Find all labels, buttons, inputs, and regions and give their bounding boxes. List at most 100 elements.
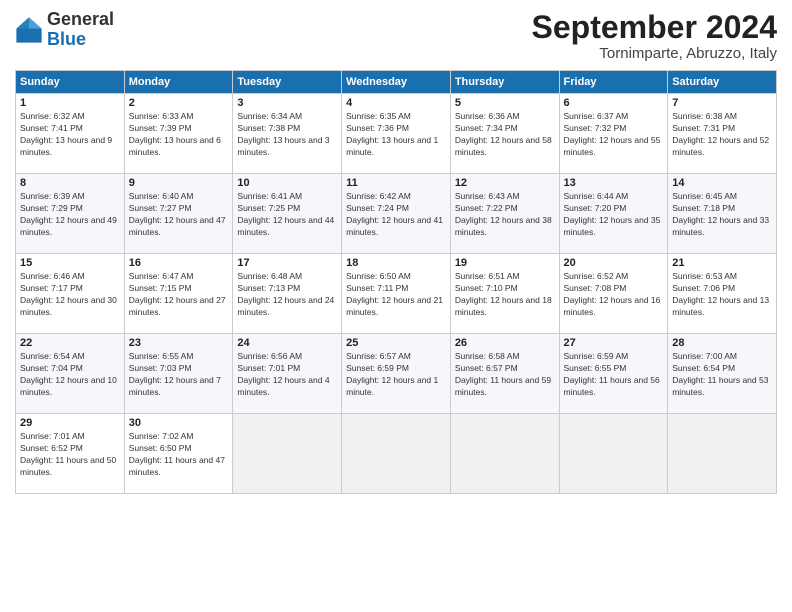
day-number: 26 — [455, 337, 555, 349]
day-info: Sunrise: 6:44 AMSunset: 7:20 PMDaylight:… — [564, 191, 664, 239]
table-row: 20 Sunrise: 6:52 AMSunset: 7:08 PMDayligh… — [559, 254, 668, 334]
day-number: 17 — [237, 257, 337, 269]
day-info: Sunrise: 6:40 AMSunset: 7:27 PMDaylight:… — [129, 191, 229, 239]
table-row: 16 Sunrise: 6:47 AMSunset: 7:15 PMDayligh… — [124, 254, 233, 334]
day-info: Sunrise: 6:32 AMSunset: 7:41 PMDaylight:… — [20, 111, 120, 159]
day-info: Sunrise: 6:45 AMSunset: 7:18 PMDaylight:… — [672, 191, 772, 239]
day-info: Sunrise: 6:39 AMSunset: 7:29 PMDaylight:… — [20, 191, 120, 239]
table-row: 26 Sunrise: 6:58 AMSunset: 6:57 PMDayligh… — [450, 334, 559, 414]
day-number: 2 — [129, 97, 229, 109]
day-number: 14 — [672, 177, 772, 189]
day-info: Sunrise: 6:47 AMSunset: 7:15 PMDaylight:… — [129, 271, 229, 319]
calendar-page: General Blue September 2024 Tornimparte,… — [0, 0, 792, 612]
day-number: 10 — [237, 177, 337, 189]
day-number: 3 — [237, 97, 337, 109]
day-info: Sunrise: 7:02 AMSunset: 6:50 PMDaylight:… — [129, 431, 229, 479]
day-number: 28 — [672, 337, 772, 349]
table-row: 28 Sunrise: 7:00 AMSunset: 6:54 PMDayligh… — [668, 334, 777, 414]
day-info: Sunrise: 6:58 AMSunset: 6:57 PMDaylight:… — [455, 351, 555, 399]
table-row: 21 Sunrise: 6:53 AMSunset: 7:06 PMDayligh… — [668, 254, 777, 334]
table-row: 9Sunrise: 6:40 AMSunset: 7:27 PMDaylight… — [124, 174, 233, 254]
table-row: 23Sunrise: 6:55 AMSunset: 7:03 PMDayligh… — [124, 334, 233, 414]
day-info: Sunrise: 6:59 AMSunset: 6:55 PMDaylight:… — [564, 351, 664, 399]
day-info: Sunrise: 6:55 AMSunset: 7:03 PMDaylight:… — [129, 351, 229, 399]
day-info: Sunrise: 6:33 AMSunset: 7:39 PMDaylight:… — [129, 111, 229, 159]
table-row: 29 Sunrise: 7:01 AMSunset: 6:52 PMDayligh… — [16, 414, 125, 494]
day-info: Sunrise: 6:54 AMSunset: 7:04 PMDaylight:… — [20, 351, 120, 399]
day-info: Sunrise: 6:50 AMSunset: 7:11 PMDaylight:… — [346, 271, 446, 319]
col-tuesday: Tuesday — [233, 71, 342, 94]
day-number: 24 — [237, 337, 337, 349]
table-row: 4 Sunrise: 6:35 AMSunset: 7:36 PMDaylight… — [342, 94, 451, 174]
day-info: Sunrise: 6:52 AMSunset: 7:08 PMDaylight:… — [564, 271, 664, 319]
calendar-header-row: Sunday Monday Tuesday Wednesday Thursday… — [16, 71, 777, 94]
col-thursday: Thursday — [450, 71, 559, 94]
col-sunday: Sunday — [16, 71, 125, 94]
table-row: 19Sunrise: 6:51 AMSunset: 7:10 PMDayligh… — [450, 254, 559, 334]
day-number: 22 — [20, 337, 120, 349]
table-row: 7Sunrise: 6:38 AMSunset: 7:31 PMDaylight… — [668, 94, 777, 174]
day-number: 16 — [129, 257, 229, 269]
table-row: 14 Sunrise: 6:45 AMSunset: 7:18 PMDayligh… — [668, 174, 777, 254]
day-number: 20 — [564, 257, 664, 269]
col-friday: Friday — [559, 71, 668, 94]
day-number: 18 — [346, 257, 446, 269]
day-number: 30 — [129, 417, 229, 429]
col-wednesday: Wednesday — [342, 71, 451, 94]
col-monday: Monday — [124, 71, 233, 94]
calendar-table: Sunday Monday Tuesday Wednesday Thursday… — [15, 70, 777, 494]
table-row: 15 Sunrise: 6:46 AMSunset: 7:17 PMDayligh… — [16, 254, 125, 334]
day-number: 12 — [455, 177, 555, 189]
table-row: 13 Sunrise: 6:44 AMSunset: 7:20 PMDayligh… — [559, 174, 668, 254]
day-info: Sunrise: 6:42 AMSunset: 7:24 PMDaylight:… — [346, 191, 446, 239]
table-row: 11Sunrise: 6:42 AMSunset: 7:24 PMDayligh… — [342, 174, 451, 254]
day-number: 25 — [346, 337, 446, 349]
calendar-week-row: 15 Sunrise: 6:46 AMSunset: 7:17 PMDayligh… — [16, 254, 777, 334]
day-info: Sunrise: 6:46 AMSunset: 7:17 PMDaylight:… — [20, 271, 120, 319]
day-number: 1 — [20, 97, 120, 109]
table-row — [668, 414, 777, 494]
table-row: 18 Sunrise: 6:50 AMSunset: 7:11 PMDayligh… — [342, 254, 451, 334]
day-info: Sunrise: 6:43 AMSunset: 7:22 PMDaylight:… — [455, 191, 555, 239]
logo-text: General Blue — [47, 10, 114, 50]
day-info: Sunrise: 6:48 AMSunset: 7:13 PMDaylight:… — [237, 271, 337, 319]
calendar-week-row: 8Sunrise: 6:39 AMSunset: 7:29 PMDaylight… — [16, 174, 777, 254]
day-info: Sunrise: 6:56 AMSunset: 7:01 PMDaylight:… — [237, 351, 337, 399]
table-row: 6Sunrise: 6:37 AMSunset: 7:32 PMDaylight… — [559, 94, 668, 174]
table-row: 22 Sunrise: 6:54 AMSunset: 7:04 PMDayligh… — [16, 334, 125, 414]
logo-icon — [15, 16, 43, 44]
logo-general: General — [47, 10, 114, 30]
day-number: 29 — [20, 417, 120, 429]
table-row: 1 Sunrise: 6:32 AMSunset: 7:41 PMDaylight… — [16, 94, 125, 174]
table-row: 12 Sunrise: 6:43 AMSunset: 7:22 PMDayligh… — [450, 174, 559, 254]
day-number: 13 — [564, 177, 664, 189]
day-info: Sunrise: 6:35 AMSunset: 7:36 PMDaylight:… — [346, 111, 446, 159]
day-number: 15 — [20, 257, 120, 269]
day-info: Sunrise: 6:53 AMSunset: 7:06 PMDaylight:… — [672, 271, 772, 319]
day-info: Sunrise: 7:01 AMSunset: 6:52 PMDaylight:… — [20, 431, 120, 479]
day-info: Sunrise: 7:00 AMSunset: 6:54 PMDaylight:… — [672, 351, 772, 399]
col-saturday: Saturday — [668, 71, 777, 94]
table-row: 5 Sunrise: 6:36 AMSunset: 7:34 PMDaylight… — [450, 94, 559, 174]
table-row: 30 Sunrise: 7:02 AMSunset: 6:50 PMDayligh… — [124, 414, 233, 494]
table-row: 2 Sunrise: 6:33 AMSunset: 7:39 PMDaylight… — [124, 94, 233, 174]
table-row — [450, 414, 559, 494]
table-row: 10Sunrise: 6:41 AMSunset: 7:25 PMDayligh… — [233, 174, 342, 254]
day-number: 5 — [455, 97, 555, 109]
day-info: Sunrise: 6:34 AMSunset: 7:38 PMDaylight:… — [237, 111, 337, 159]
day-info: Sunrise: 6:51 AMSunset: 7:10 PMDaylight:… — [455, 271, 555, 319]
table-row: 24 Sunrise: 6:56 AMSunset: 7:01 PMDayligh… — [233, 334, 342, 414]
table-row — [233, 414, 342, 494]
day-number: 21 — [672, 257, 772, 269]
logo: General Blue — [15, 10, 114, 50]
month-title: September 2024 — [532, 10, 777, 45]
location: Tornimparte, Abruzzo, Italy — [532, 45, 777, 62]
calendar-week-row: 1 Sunrise: 6:32 AMSunset: 7:41 PMDaylight… — [16, 94, 777, 174]
day-info: Sunrise: 6:37 AMSunset: 7:32 PMDaylight:… — [564, 111, 664, 159]
day-number: 4 — [346, 97, 446, 109]
table-row — [342, 414, 451, 494]
page-header: General Blue September 2024 Tornimparte,… — [15, 10, 777, 62]
day-info: Sunrise: 6:36 AMSunset: 7:34 PMDaylight:… — [455, 111, 555, 159]
day-info: Sunrise: 6:38 AMSunset: 7:31 PMDaylight:… — [672, 111, 772, 159]
title-block: September 2024 Tornimparte, Abruzzo, Ita… — [532, 10, 777, 62]
